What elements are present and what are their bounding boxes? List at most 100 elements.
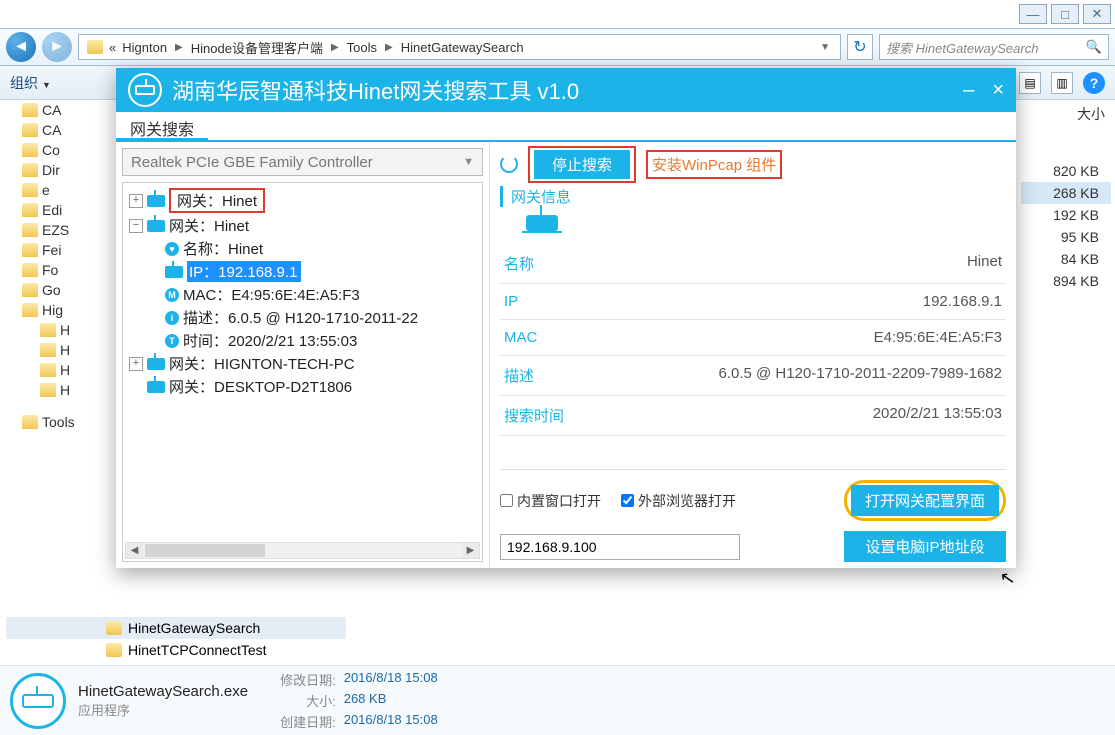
dialog-close-button[interactable]: × [992,79,1004,102]
ip-address-input[interactable] [500,534,740,560]
gateway-tree[interactable]: +网关：Hinet −网关：Hinet ♥名称：Hinet IP：192.168… [122,182,483,562]
dialog-minimize-button[interactable]: – [963,79,974,102]
tab-gateway-search[interactable]: 网关搜索 [116,112,208,140]
info-icon: i [165,311,179,325]
folder-icon [22,243,38,257]
help-icon[interactable]: ? [1083,72,1105,94]
gateway-info-title: 网关信息 [500,186,1006,207]
maximize-button[interactable]: □ [1051,4,1079,24]
info-key: IP [504,293,518,310]
folder-icon [22,303,38,317]
stop-search-button[interactable]: 停止搜索 [534,150,630,179]
open-config-highlight: 打开网关配置界面 [844,480,1006,521]
refresh-button[interactable]: ↻ [847,34,873,60]
folder-item[interactable]: Go [42,282,61,298]
minimize-button[interactable]: — [1019,4,1047,24]
app-logo-icon [128,73,162,107]
tree-node-ip[interactable]: IP：192.168.9.1 [187,261,301,282]
collapse-icon[interactable]: − [129,219,143,233]
folder-icon [22,203,38,217]
chevron-down-icon: ▼ [463,156,474,168]
breadcrumb-prefix: « [109,40,116,55]
open-gateway-config-button[interactable]: 打开网关配置界面 [851,485,999,516]
tree-node-time[interactable]: 时间：2020/2/21 13:55:03 [183,330,357,351]
organize-menu[interactable]: 组织▼ [10,73,51,93]
tree-node-gateway[interactable]: 网关：Hinet [169,215,249,236]
tree-node-gateway[interactable]: 网关：HIGNTON-TECH-PC [169,353,355,374]
folder-item[interactable]: H [60,362,70,378]
folder-item[interactable]: Co [42,142,60,158]
folder-item[interactable]: EZS [42,222,69,238]
hinet-search-dialog: 湖南华辰智通科技Hinet网关搜索工具 v1.0 – × 网关搜索 Realte… [116,68,1016,568]
tree-node-desc[interactable]: 描述：6.0.5 @ H120-1710-2011-22 [183,307,418,328]
gateway-icon [165,266,183,278]
size-header[interactable]: 大小 [1021,100,1111,132]
folder-tools[interactable]: Tools [42,414,75,430]
tree-node-name[interactable]: 名称：Hinet [183,238,263,259]
time-icon: T [165,334,179,348]
info-key: 名称 [504,253,534,274]
detail-value: 268 KB [344,691,438,710]
breadcrumb-p2[interactable]: Hinode设备管理客户端 [191,38,323,57]
folder-item[interactable]: H [60,342,70,358]
scroll-right-button[interactable]: ▶ [462,543,479,558]
expand-icon[interactable]: + [129,194,143,208]
folder-icon [40,343,56,357]
folder-tree[interactable]: CA CA Co Dir e Edi EZS Fei Fo Go Hig H H… [4,100,112,625]
detail-value: 2016/8/18 15:08 [344,712,438,731]
tree-node-mac[interactable]: MAC：E4:95:6E:4E:A5:F3 [183,284,360,305]
expand-icon[interactable]: + [129,357,143,371]
file-size: 820 KB [1021,160,1111,182]
breadcrumb[interactable]: « Hignton▶ Hinode设备管理客户端▶ Tools▶ HinetGa… [78,34,841,60]
detail-value: 2016/8/18 15:08 [344,670,438,689]
breadcrumb-p3[interactable]: Tools [347,40,377,55]
set-pc-ip-button[interactable]: 设置电脑IP地址段 [844,531,1006,562]
folder-item[interactable]: Hig [42,302,63,318]
folder-item[interactable]: CA [42,102,61,118]
preview-icon[interactable]: ▥ [1051,72,1073,94]
info-value: E4:95:6E:4E:A5:F3 [874,329,1002,346]
folder-icon [22,263,38,277]
search-input[interactable]: 搜索 HinetGatewaySearch 🔍 [879,34,1109,60]
view-icon[interactable]: ▤ [1019,72,1041,94]
scrollbar-thumb[interactable] [145,544,265,557]
folder-item[interactable]: CA [42,122,61,138]
forward-button[interactable]: ► [42,32,72,62]
list-item[interactable]: HinetTCPConnectTest [6,639,346,661]
breadcrumb-p1[interactable]: Hignton [122,40,167,55]
folder-item[interactable]: Edi [42,202,62,218]
detail-label: 修改日期: [280,670,336,689]
adapter-name: Realtek PCIe GBE Family Controller [131,154,373,171]
info-key: 描述 [504,365,534,386]
internal-window-checkbox[interactable]: 内置窗口打开 [500,491,605,511]
folder-item[interactable]: Fo [42,262,58,278]
install-winpcap-highlight: 安装WinPcap 组件 [646,150,782,179]
adapter-select[interactable]: Realtek PCIe GBE Family Controller ▼ [122,148,483,176]
gateway-icon [147,195,165,207]
breadcrumb-p4[interactable]: HinetGatewaySearch [401,40,524,55]
external-browser-checkbox[interactable]: 外部浏览器打开 [621,491,740,511]
detail-label: 大小: [280,691,336,710]
file-size-column: 大小 820 KB 268 KB 192 KB 95 KB 84 KB 894 … [1021,100,1111,292]
folder-icon [40,363,56,377]
folder-item[interactable]: H [60,322,70,338]
folder-item[interactable]: Dir [42,162,60,178]
back-button[interactable]: ◄ [6,32,36,62]
tree-node-gateway[interactable]: 网关：DESKTOP-D2T1806 [169,376,352,397]
close-button[interactable]: ✕ [1083,4,1111,24]
chevron-down-icon[interactable]: ▼ [818,42,832,53]
folder-item[interactable]: e [42,182,50,198]
dialog-titlebar[interactable]: 湖南华辰智通科技Hinet网关搜索工具 v1.0 – × [116,68,1016,112]
folder-icon [22,143,38,157]
install-winpcap-link[interactable]: 安装WinPcap 组件 [652,154,776,175]
scroll-left-button[interactable]: ◀ [126,543,143,558]
folder-icon [22,163,38,177]
folder-icon [106,621,122,635]
horizontal-scrollbar[interactable]: ◀ ▶ [125,542,480,559]
list-item[interactable]: HinetGatewaySearch [6,617,346,639]
folder-icon [40,383,56,397]
folder-item[interactable]: Fei [42,242,61,258]
folder-icon [22,415,38,429]
folder-item[interactable]: H [60,382,70,398]
tree-node-gateway[interactable]: 网关：Hinet [169,188,265,213]
